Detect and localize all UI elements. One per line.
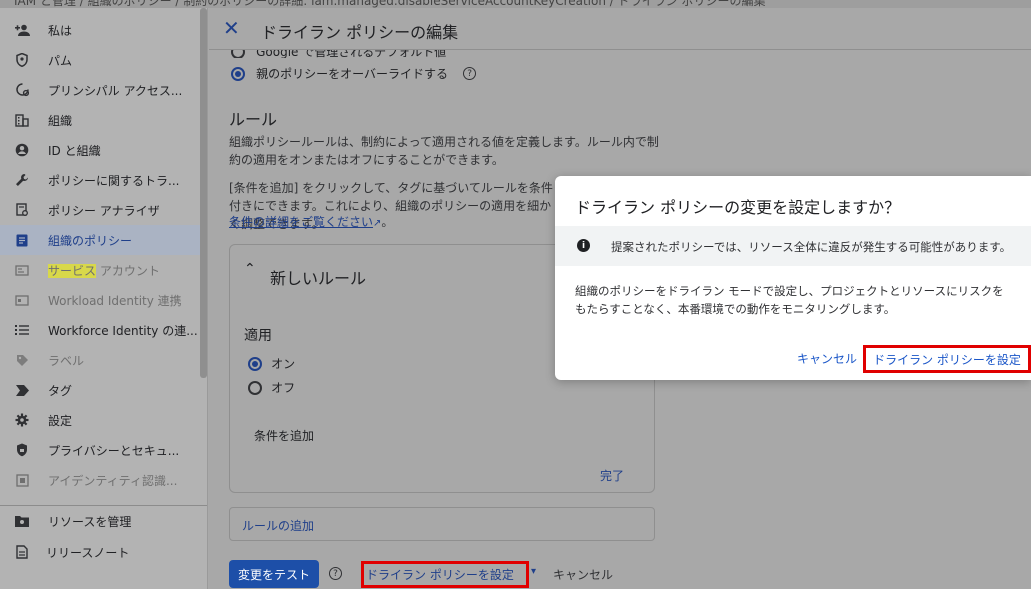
dialog-body: 組織のポリシーをドライラン モードで設定し、プロジェクトとリソースにリスクをもた… xyxy=(575,284,1004,316)
sidebar-item-label: リリースノート xyxy=(46,545,130,560)
help-icon[interactable]: ? xyxy=(329,567,342,580)
chevron-up-icon[interactable]: ⌃ xyxy=(244,261,256,277)
sidebar-item-org-policies[interactable]: 組織のポリシー xyxy=(0,225,200,255)
service-account-icon xyxy=(14,262,30,278)
sidebar-item-label: ラベル xyxy=(48,353,85,368)
dropdown-arrow-icon[interactable]: ▾ xyxy=(531,566,536,577)
sidebar-item-service-accounts[interactable]: サービス アカウント xyxy=(0,255,200,285)
conditions-link[interactable]: 条件の詳細をご覧ください xyxy=(229,215,373,229)
wrench-icon xyxy=(14,172,30,188)
sidebar-item-manage-resources[interactable]: リソースを管理 xyxy=(0,506,200,536)
sidebar-item-label: パム xyxy=(48,53,73,68)
rules-description: 組織ポリシールールは、制約によって適用される値を定義します。ルール内で制約の適用… xyxy=(229,135,659,167)
rules-heading: ルール xyxy=(229,110,278,129)
breadcrumb: IAM と管理 / 組織のポリシー / 制約のポリシーの詳細: iam.mana… xyxy=(0,0,1031,8)
sidebar: 私は パム プリンシパル アクセス... 組織 ID と組織 ポリシーに関するト… xyxy=(0,8,208,589)
shield-lock-icon xyxy=(14,442,30,458)
building-icon xyxy=(14,112,30,128)
done-button[interactable]: 完了 xyxy=(600,467,624,484)
gear-icon xyxy=(14,412,30,428)
radio-label: オン xyxy=(271,357,296,371)
sidebar-item-workforce-identity[interactable]: Workforce Identity の連... xyxy=(0,315,200,345)
radio-button[interactable] xyxy=(248,380,262,395)
radio-enforce-on[interactable]: オン xyxy=(248,353,295,372)
dialog-title: ドライラン ポリシーの変更を設定しますか？ xyxy=(575,198,901,217)
radio-button-selected[interactable] xyxy=(231,66,245,81)
document-icon xyxy=(14,232,30,248)
sidebar-item-label: アカウント xyxy=(96,263,160,278)
account-circle-icon xyxy=(14,142,30,158)
dialog-confirm-button[interactable]: ドライラン ポリシーを設定 xyxy=(863,345,1031,373)
radio-button-selected[interactable] xyxy=(248,356,262,371)
sidebar-item-label: プリンシパル アクセス... xyxy=(48,83,183,98)
sidebar-item-label: ID と組織 xyxy=(48,143,101,158)
grid-icon xyxy=(14,472,30,488)
sidebar-item-me[interactable]: 私は xyxy=(0,15,200,45)
sidebar-item-label: Workforce Identity の連... xyxy=(48,323,198,338)
add-rule-button[interactable]: ルールの追加 xyxy=(242,517,314,534)
sidebar-item-principal-access[interactable]: プリンシパル アクセス... xyxy=(0,75,200,105)
sidebar-item-identity-org[interactable]: ID と組織 xyxy=(0,135,200,165)
sidebar-item-label: 私は xyxy=(48,23,73,38)
close-icon[interactable]: ✕ xyxy=(223,16,240,40)
confirm-dialog: ドライラン ポリシーの変更を設定しますか？ i 提案されたポリシーでは、リソース… xyxy=(555,176,1031,380)
person-add-icon xyxy=(14,22,30,38)
add-rule-card: ルールの追加 xyxy=(229,507,655,541)
sidebar-item-labels[interactable]: ラベル xyxy=(0,345,200,375)
sidebar-item-identity-aware-proxy[interactable]: アイデンティティ認識... xyxy=(0,465,200,495)
help-icon[interactable]: ? xyxy=(463,67,477,80)
sidebar-item-policy-troubleshooter[interactable]: ポリシーに関するトラ... xyxy=(0,165,200,195)
sidebar-item-label: リソースを管理 xyxy=(48,514,132,529)
dialog-cancel-button[interactable]: キャンセル xyxy=(797,350,857,367)
list-icon xyxy=(14,322,30,338)
shield-icon xyxy=(14,52,30,68)
analyzer-icon xyxy=(14,202,30,218)
radio-button[interactable] xyxy=(231,50,245,58)
sidebar-item-release-notes[interactable]: リリースノート xyxy=(0,537,200,567)
folder-gear-icon xyxy=(14,513,30,529)
sidebar-item-policy-analyzer[interactable]: ポリシー アナライザ xyxy=(0,195,200,225)
add-condition-button[interactable]: 条件を追加 xyxy=(254,427,314,444)
radio-google-managed[interactable]: Google で管理されるデフォルト値 xyxy=(231,50,491,58)
radio-label: オフ xyxy=(271,381,296,395)
test-changes-button[interactable]: 変更をテスト xyxy=(229,560,319,588)
tag-icon xyxy=(14,352,30,368)
sidebar-item-label: アイデンティティ認識... xyxy=(48,473,178,488)
breadcrumb-text: IAM と管理 / 組織のポリシー / 制約のポリシーの詳細: iam.mana… xyxy=(14,0,766,8)
notes-icon xyxy=(14,544,30,560)
radio-override-parent[interactable]: 親のポリシーをオーバーライドする ? xyxy=(231,63,477,82)
enforce-label: 適用 xyxy=(244,328,272,344)
sidebar-item-label: 設定 xyxy=(48,413,73,428)
sidebar-item-label: ポリシーに関するトラ... xyxy=(48,173,180,188)
page-header: ✕ ドライラン ポリシーの編集 xyxy=(209,8,1031,50)
sidebar-item-label: 組織のポリシー xyxy=(48,233,133,248)
sidebar-item-label: タグ xyxy=(48,383,73,398)
warning-text: 提案されたポリシーでは、リソース全体に違反が発生する可能性があります。 xyxy=(611,240,1012,254)
set-dry-run-policy-button[interactable]: ドライラン ポリシーを設定 xyxy=(361,561,529,588)
radio-label: 親のポリシーをオーバーライドする xyxy=(256,67,448,81)
sidebar-item-pam[interactable]: パム xyxy=(0,45,200,75)
sidebar-item-tags[interactable]: タグ xyxy=(0,375,200,405)
warning-banner: i 提案されたポリシーでは、リソース全体に違反が発生する可能性があります。 xyxy=(555,226,1031,266)
info-icon: i xyxy=(577,239,590,252)
sidebar-item-privacy-security[interactable]: プライバシーとセキュ... xyxy=(0,435,200,465)
chevron-tag-icon xyxy=(14,382,30,398)
new-rule-title: 新しいルール xyxy=(270,269,367,288)
cancel-button[interactable]: キャンセル xyxy=(553,566,613,583)
search-highlight: サービス xyxy=(48,263,97,278)
sidebar-item-label: 組織 xyxy=(48,113,73,128)
sidebar-item-workload-identity[interactable]: Workload Identity 連携 xyxy=(0,285,200,315)
workload-icon xyxy=(14,292,30,308)
sidebar-item-organization[interactable]: 組織 xyxy=(0,105,200,135)
sidebar-item-label: ポリシー アナライザ xyxy=(48,203,160,218)
sidebar-item-settings[interactable]: 設定 xyxy=(0,405,200,435)
sidebar-scrollbar[interactable] xyxy=(200,8,207,378)
sidebar-item-label: プライバシーとセキュ... xyxy=(48,443,180,458)
sidebar-item-label: Workload Identity 連携 xyxy=(48,293,182,308)
access-icon xyxy=(14,82,30,98)
radio-label: Google で管理されるデフォルト値 xyxy=(256,50,447,58)
page-title: ドライラン ポリシーの編集 xyxy=(261,23,459,42)
radio-enforce-off[interactable]: オフ xyxy=(248,377,295,396)
